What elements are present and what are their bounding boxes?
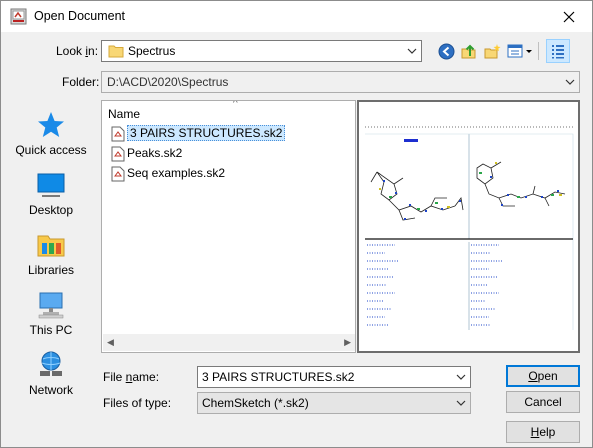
place-label: Desktop bbox=[28, 203, 74, 217]
lookin-combo[interactable]: Spectrus bbox=[101, 40, 422, 62]
open-button[interactable]: Open bbox=[506, 365, 580, 387]
preview-pane bbox=[357, 100, 580, 353]
star-icon bbox=[38, 112, 64, 137]
chevron-down-icon bbox=[456, 374, 466, 380]
file-name: Peaks.sk2 bbox=[127, 146, 183, 160]
place-label: Quick access bbox=[15, 143, 87, 157]
scroll-right-icon[interactable]: ▶ bbox=[344, 337, 351, 348]
structure-preview-thumbnail bbox=[365, 126, 574, 330]
file-type-label: Files of type: bbox=[103, 396, 172, 410]
close-button[interactable] bbox=[546, 1, 592, 32]
horizontal-scrollbar[interactable]: ◀ ▶ bbox=[103, 334, 355, 351]
place-network[interactable]: Network bbox=[5, 350, 97, 397]
lookin-label: Look in: bbox=[56, 44, 99, 58]
details-view-icon bbox=[552, 45, 564, 59]
file-row[interactable]: Peaks.sk2 bbox=[109, 145, 353, 162]
file-name-label: File name: bbox=[103, 370, 160, 384]
sort-ascending-icon: ^ bbox=[233, 100, 238, 109]
folder-label: Folder: bbox=[62, 75, 100, 89]
back-icon bbox=[438, 43, 454, 59]
sk2-file-icon bbox=[111, 146, 125, 162]
file-type-select[interactable]: ChemSketch (*.sk2) bbox=[197, 392, 471, 414]
new-folder-button[interactable] bbox=[482, 41, 502, 61]
desktop-icon bbox=[37, 173, 65, 197]
network-icon bbox=[40, 351, 62, 376]
folder-field[interactable]: D:\ACD\2020\Spectrus bbox=[101, 71, 580, 93]
file-row[interactable]: Seq examples.sk2 bbox=[109, 165, 353, 182]
open-document-dialog: Open Document Look in: Spectrus Folder: … bbox=[0, 0, 593, 448]
place-label: This PC bbox=[29, 323, 73, 337]
place-quick-access[interactable]: Quick access bbox=[5, 110, 97, 157]
libraries-icon bbox=[37, 235, 65, 257]
cancel-button[interactable]: Cancel bbox=[506, 391, 580, 413]
chevron-down-icon bbox=[565, 79, 575, 85]
places-bar: Quick access Desktop Libraries This PC N… bbox=[5, 100, 97, 406]
window-title: Open Document bbox=[34, 9, 126, 23]
place-label: Network bbox=[28, 383, 73, 397]
title-bar: Open Document bbox=[1, 1, 592, 32]
up-folder-icon bbox=[461, 44, 475, 58]
folder-icon bbox=[108, 45, 124, 58]
details-view-button[interactable] bbox=[546, 39, 570, 63]
folder-value: D:\ACD\2020\Spectrus bbox=[107, 75, 229, 89]
file-type-value: ChemSketch (*.sk2) bbox=[202, 396, 309, 410]
file-name: Seq examples.sk2 bbox=[127, 166, 226, 180]
sk2-file-icon bbox=[111, 126, 125, 142]
place-desktop[interactable]: Desktop bbox=[5, 170, 97, 217]
file-name-value: 3 PAIRS STRUCTURES.sk2 bbox=[202, 370, 355, 384]
toolbar-separator bbox=[538, 42, 539, 60]
file-row[interactable]: 3 PAIRS STRUCTURES.sk2 bbox=[109, 125, 353, 142]
computer-icon bbox=[38, 292, 64, 319]
up-folder-button[interactable] bbox=[458, 41, 478, 61]
view-menu-button[interactable] bbox=[506, 41, 534, 61]
file-name-input[interactable]: 3 PAIRS STRUCTURES.sk2 bbox=[197, 366, 471, 388]
chemsketch-app-icon bbox=[10, 8, 27, 25]
scroll-left-icon[interactable]: ◀ bbox=[107, 337, 114, 348]
chevron-down-icon bbox=[407, 48, 417, 54]
chevron-down-icon bbox=[456, 400, 466, 406]
file-name: 3 PAIRS STRUCTURES.sk2 bbox=[127, 125, 286, 141]
help-button[interactable]: Help bbox=[506, 421, 580, 443]
place-libraries[interactable]: Libraries bbox=[5, 230, 97, 277]
sk2-file-icon bbox=[111, 166, 125, 182]
back-button[interactable] bbox=[436, 41, 456, 61]
lookin-value: Spectrus bbox=[128, 44, 176, 58]
close-icon bbox=[563, 11, 575, 22]
place-this-pc[interactable]: This PC bbox=[5, 290, 97, 337]
column-header-name[interactable]: Name bbox=[108, 107, 140, 121]
view-menu-icon bbox=[507, 44, 532, 58]
place-label: Libraries bbox=[27, 263, 75, 277]
new-folder-icon bbox=[484, 43, 500, 58]
file-list[interactable]: ^ Name 3 PAIRS STRUCTURES.sk2 Peaks.sk2 … bbox=[101, 100, 356, 353]
